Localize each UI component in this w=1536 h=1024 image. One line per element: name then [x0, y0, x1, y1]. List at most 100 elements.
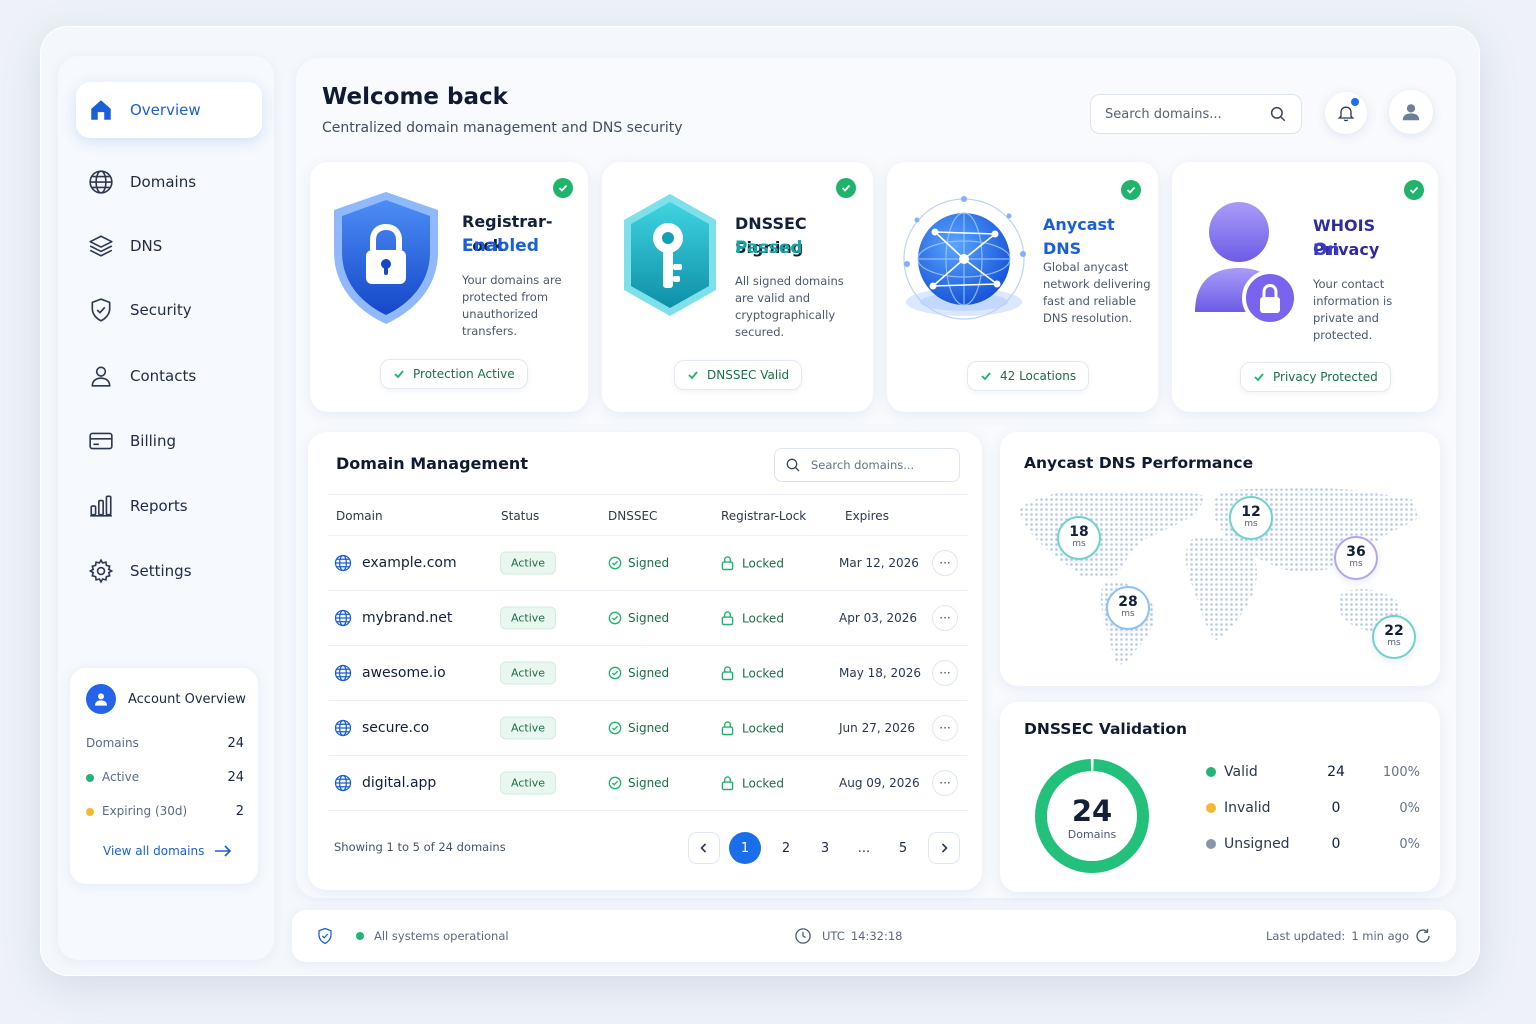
whois-privacy-card: WHOIS Privacy On Your contact informatio… — [1172, 162, 1438, 412]
card-title: Anycast DNS — [1043, 215, 1115, 258]
card-description: Global anycast network delivering fast a… — [1043, 260, 1151, 325]
gear-icon — [88, 558, 114, 584]
sidebar-item-label: Domains — [130, 173, 197, 191]
latency-badge[interactable]: 18 ms — [1057, 516, 1101, 560]
check-circle-icon — [608, 776, 622, 790]
page-button-3[interactable]: 3 — [809, 832, 841, 864]
view-all-domains-link[interactable]: View all domains — [103, 844, 232, 858]
more-options-button[interactable]: ··· — [932, 660, 958, 686]
sidebar-item-dns[interactable]: DNS — [76, 218, 262, 274]
column-header-dnssec[interactable]: DNSSEC — [608, 509, 657, 523]
sidebar-item-reports[interactable]: Reports — [76, 478, 262, 534]
status-bar: All systems operational UTC 14:32:18 Las… — [292, 910, 1456, 962]
refresh-button[interactable] — [1414, 927, 1432, 945]
sidebar-item-settings[interactable]: Settings — [76, 543, 262, 599]
account-overview-title: Account Overview — [128, 691, 246, 707]
privacy-protected-button[interactable]: Privacy Protected — [1240, 362, 1391, 392]
bar-chart-icon — [90, 495, 112, 517]
key-icon — [624, 194, 716, 316]
search-icon — [786, 458, 800, 472]
globe-icon — [89, 170, 113, 194]
next-page-button[interactable] — [928, 832, 960, 864]
latency-badge[interactable]: 12 ms — [1229, 496, 1273, 540]
table-row[interactable]: example.com Active Signed Locked Mar 12,… — [328, 536, 968, 591]
page-button-1[interactable]: 1 — [729, 832, 761, 864]
last-updated-label: Last updated: — [1266, 929, 1346, 943]
dnssec-validation-card: DNSSEC Validation 24 Domains Valid 24 10… — [1000, 702, 1440, 892]
more-options-button[interactable]: ··· — [932, 550, 958, 576]
latency-badge[interactable]: 28 ms — [1106, 586, 1150, 630]
sidebar-item-overview[interactable]: Overview — [76, 82, 262, 138]
check-circle-icon — [608, 721, 622, 735]
expires-date: Jun 27, 2026 — [839, 721, 916, 735]
expires-date: Apr 03, 2026 — [839, 611, 918, 625]
page-subtitle: Centralized domain management and DNS se… — [322, 120, 683, 136]
page-button-2[interactable]: 2 — [770, 832, 802, 864]
table-header: Domain Status DNSSEC Registrar-Lock Expi… — [328, 494, 968, 536]
home-icon — [91, 100, 111, 120]
pagination-summary: Showing 1 to 5 of 24 domains — [334, 840, 506, 854]
domain-name[interactable]: mybrand.net — [362, 610, 452, 626]
check-icon — [688, 371, 698, 380]
latency-badge[interactable]: 36 ms — [1334, 536, 1378, 580]
latency-badge[interactable]: 22 ms — [1372, 615, 1416, 659]
domain-name[interactable]: digital.app — [362, 775, 436, 791]
sidebar-item-label: Overview — [130, 101, 201, 119]
prev-page-button[interactable] — [688, 832, 720, 864]
lock-icon — [721, 611, 734, 626]
domain-name[interactable]: secure.co — [362, 720, 429, 736]
page-title: Welcome back — [322, 84, 508, 110]
sidebar: Overview Domains DNS Security Contacts B… — [58, 56, 274, 960]
check-icon — [1254, 373, 1264, 382]
sidebar-item-domains[interactable]: Domains — [76, 154, 262, 210]
more-options-button[interactable]: ··· — [932, 715, 958, 741]
anycast-performance-title: Anycast DNS Performance — [1024, 454, 1254, 472]
user-icon — [1402, 104, 1420, 121]
arrow-right-icon — [215, 845, 232, 857]
column-header-status[interactable]: Status — [501, 509, 539, 523]
protection-active-button[interactable]: Protection Active — [380, 359, 528, 389]
account-row-domains: Domains 24 — [86, 736, 244, 751]
sidebar-item-label: Settings — [130, 562, 192, 580]
globe-icon — [334, 664, 352, 682]
search-input[interactable]: Search domains... — [1090, 94, 1302, 134]
column-header-registrar-lock[interactable]: Registrar-Lock — [721, 509, 806, 523]
table-row[interactable]: mybrand.net Active Signed Locked Apr 03,… — [328, 591, 968, 646]
validation-row-unsigned: Unsigned 0 0% — [1206, 836, 1420, 852]
user-lock-icon — [1195, 202, 1298, 326]
profile-button[interactable] — [1389, 90, 1433, 134]
table-row[interactable]: secure.co Active Signed Locked Jun 27, 2… — [328, 701, 968, 756]
layers-icon — [89, 235, 113, 257]
more-options-button[interactable]: ··· — [932, 770, 958, 796]
domain-name[interactable]: awesome.io — [362, 665, 446, 681]
sidebar-item-label: Security — [130, 301, 192, 319]
more-options-button[interactable]: ··· — [932, 605, 958, 631]
locations-button[interactable]: 42 Locations — [967, 361, 1090, 391]
column-header-domain[interactable]: Domain — [336, 509, 383, 523]
utc-time: 14:32:18 — [850, 929, 903, 943]
unsigned-dot — [1206, 839, 1216, 849]
table-row[interactable]: digital.app Active Signed Locked Aug 09,… — [328, 756, 968, 811]
dnssec-valid-button[interactable]: DNSSEC Valid — [674, 360, 803, 390]
lock-icon — [721, 721, 734, 736]
sidebar-item-billing[interactable]: Billing — [76, 413, 262, 469]
globe-icon — [334, 774, 352, 792]
invalid-dot — [1206, 803, 1216, 813]
page-button-5[interactable]: 5 — [887, 832, 919, 864]
sidebar-item-contacts[interactable]: Contacts — [76, 348, 262, 404]
notifications-button[interactable] — [1325, 92, 1367, 134]
table-search-input[interactable]: Search domains... — [774, 448, 960, 482]
table-row[interactable]: awesome.io Active Signed Locked May 18, … — [328, 646, 968, 701]
expiring-dot — [86, 807, 94, 816]
card-icon — [89, 432, 113, 450]
domain-name[interactable]: example.com — [362, 555, 457, 571]
lock-icon — [721, 776, 734, 791]
person-icon — [95, 693, 107, 706]
shield-check-icon — [318, 927, 332, 945]
sidebar-item-security[interactable]: Security — [76, 282, 262, 338]
anycast-performance-card: Anycast DNS Performance 18 ms 12 ms 36 ms 2… — [1000, 432, 1440, 686]
system-status-text: All systems operational — [374, 929, 509, 943]
column-header-expires[interactable]: Expires — [845, 509, 889, 523]
last-updated-value: 1 min ago — [1351, 929, 1410, 943]
globe-icon — [334, 609, 352, 627]
